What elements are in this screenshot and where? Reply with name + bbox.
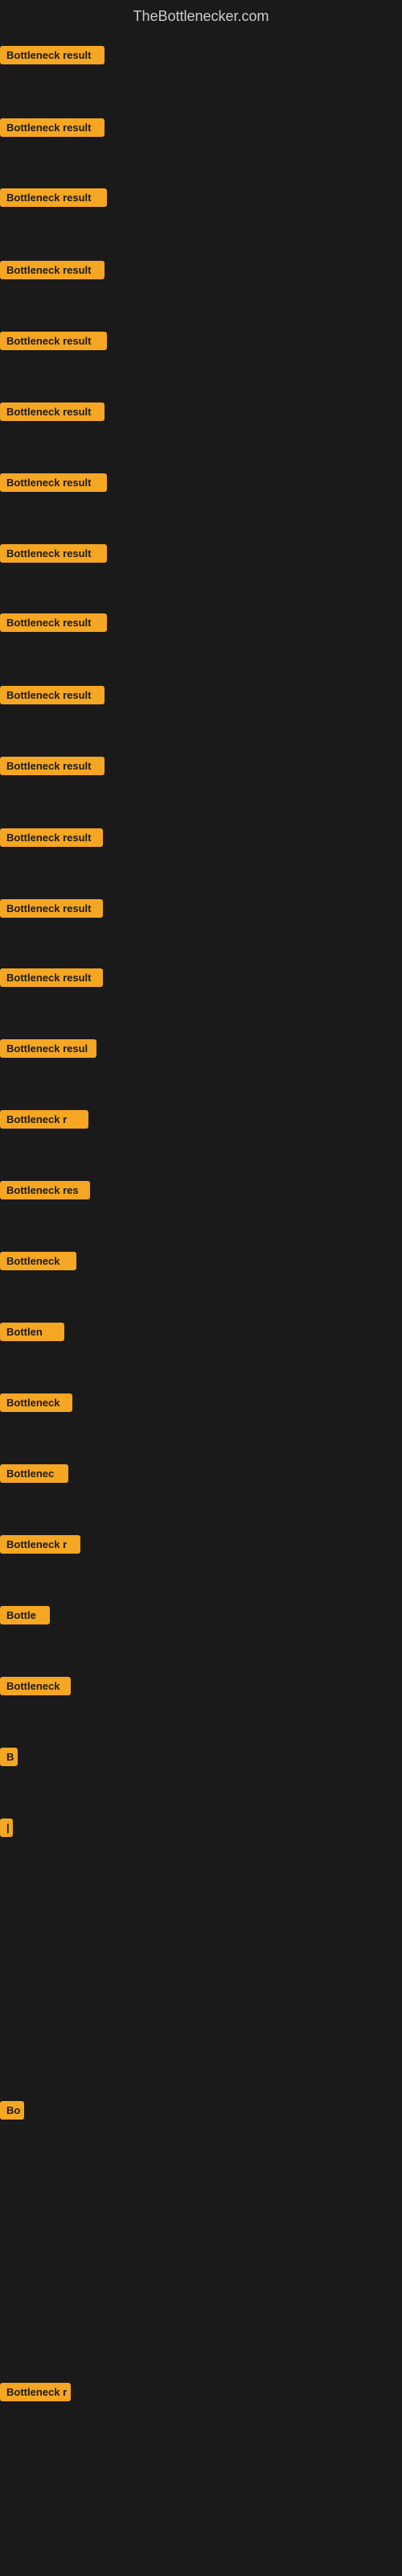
bottleneck-result-item[interactable]: Bottleneck result bbox=[0, 46, 105, 64]
bottleneck-result-item[interactable]: Bottleneck bbox=[0, 1393, 72, 1412]
bottleneck-result-item[interactable]: Bottleneck result bbox=[0, 686, 105, 704]
bottleneck-result-item[interactable]: Bottleneck result bbox=[0, 613, 107, 632]
bottleneck-result-item[interactable]: Bottleneck r bbox=[0, 2383, 71, 2401]
bottleneck-result-item[interactable]: Bottleneck result bbox=[0, 899, 103, 918]
bottleneck-result-item[interactable]: Bottlenec bbox=[0, 1464, 68, 1483]
bottleneck-result-item[interactable]: Bottleneck result bbox=[0, 473, 107, 492]
bottleneck-result-item[interactable]: Bottle bbox=[0, 1606, 50, 1624]
bottleneck-result-item[interactable]: Bottlen bbox=[0, 1323, 64, 1341]
bottleneck-result-item[interactable]: Bottleneck result bbox=[0, 261, 105, 279]
bottleneck-result-item[interactable]: Bo bbox=[0, 2101, 24, 2120]
bottleneck-result-item[interactable]: Bottleneck res bbox=[0, 1181, 90, 1199]
bottleneck-result-item[interactable]: Bottleneck bbox=[0, 1252, 76, 1270]
bottleneck-result-item[interactable]: Bottleneck result bbox=[0, 402, 105, 421]
bottleneck-result-item[interactable]: Bottleneck bbox=[0, 1677, 71, 1695]
bottleneck-result-item[interactable]: Bottleneck result bbox=[0, 332, 107, 350]
bottleneck-result-item[interactable]: Bottleneck resul bbox=[0, 1039, 96, 1058]
bottleneck-result-item[interactable]: | bbox=[0, 1818, 13, 1837]
bottleneck-result-item[interactable]: Bottleneck result bbox=[0, 757, 105, 775]
site-title: TheBottlenecker.com bbox=[0, 0, 402, 30]
bottleneck-result-item[interactable]: Bottleneck r bbox=[0, 1535, 80, 1554]
bottleneck-result-item[interactable]: Bottleneck result bbox=[0, 544, 107, 563]
bottleneck-result-item[interactable]: Bottleneck r bbox=[0, 1110, 88, 1129]
bottleneck-result-item[interactable]: Bottleneck result bbox=[0, 118, 105, 137]
bottleneck-result-item[interactable]: B bbox=[0, 1748, 18, 1766]
bottleneck-result-item[interactable]: Bottleneck result bbox=[0, 828, 103, 847]
bottleneck-result-item[interactable]: Bottleneck result bbox=[0, 188, 107, 207]
bottleneck-result-item[interactable]: Bottleneck result bbox=[0, 968, 103, 987]
